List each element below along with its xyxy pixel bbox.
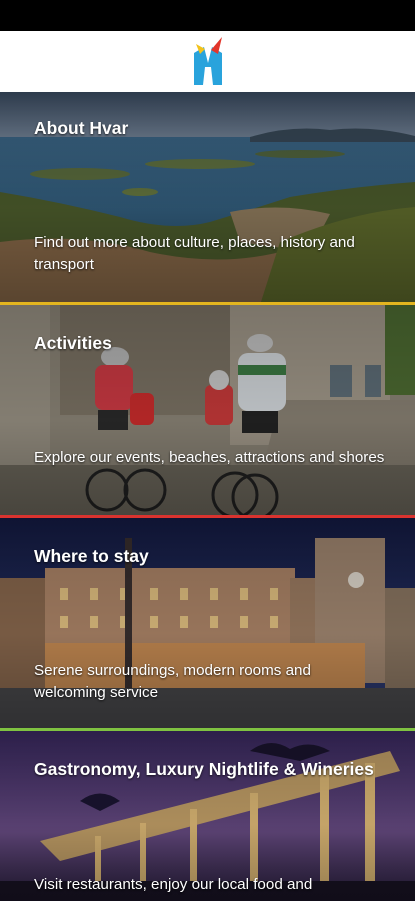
card-title: Where to stay — [34, 546, 149, 566]
hvar-logo-icon[interactable] — [191, 36, 225, 87]
card-description: Serene surroundings, modern rooms and we… — [34, 662, 311, 701]
card-title: Gastronomy, Luxury Nightlife & Wineries — [34, 759, 374, 779]
card-where-to-stay[interactable]: Where to stay Serene surroundings, moder… — [0, 518, 415, 731]
status-bar — [0, 0, 415, 31]
app-header — [0, 31, 415, 92]
card-title: Activities — [34, 333, 112, 353]
card-about-hvar[interactable]: About Hvar Find out more about culture, … — [0, 92, 415, 305]
card-description: Find out more about culture, places, his… — [34, 234, 355, 273]
card-activities[interactable]: Activities Explore our events, beaches, … — [0, 305, 415, 518]
card-title: About Hvar — [34, 118, 129, 138]
card-description: Explore our events, beaches, attractions… — [34, 449, 385, 466]
card-gastronomy-nightlife-wineries[interactable]: Gastronomy, Luxury Nightlife & Wineries … — [0, 731, 415, 901]
card-description: Visit restaurants, enjoy our local food … — [34, 876, 313, 893]
